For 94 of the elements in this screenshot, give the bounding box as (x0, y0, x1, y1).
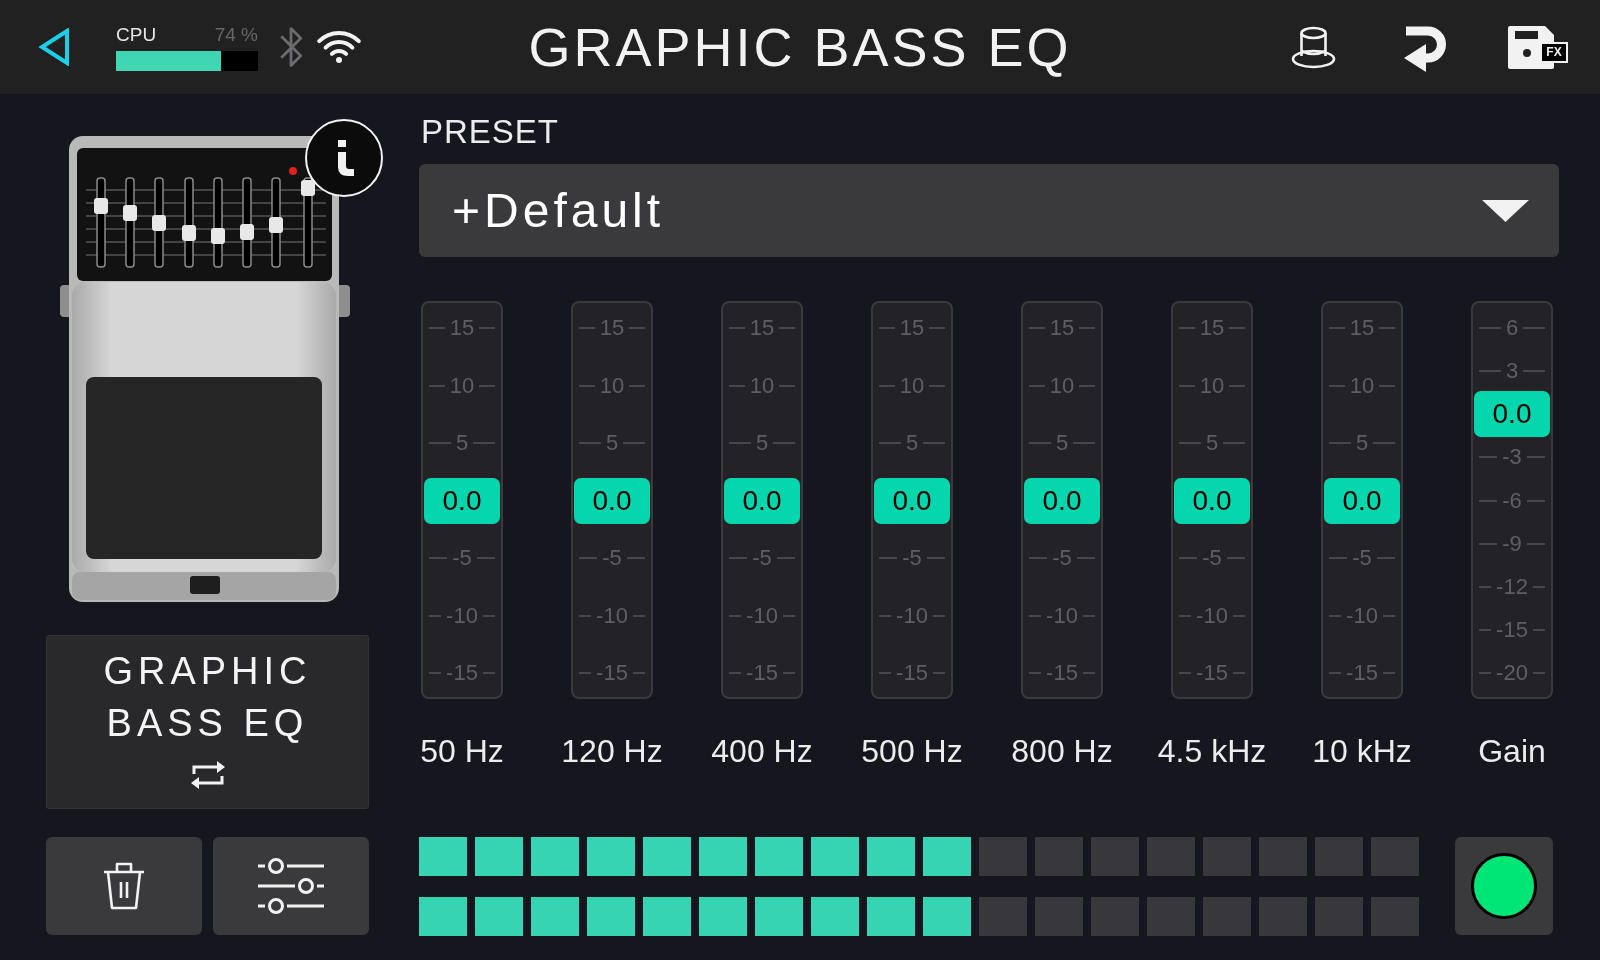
tick-label: 5 (1023, 429, 1101, 457)
tick-label: -5 (1173, 544, 1251, 572)
tick-label: -6 (1473, 486, 1551, 515)
tick-label: -10 (1173, 601, 1251, 630)
tick-label: -5 (1023, 544, 1101, 572)
tick-label: -5 (1323, 544, 1401, 572)
info-icon (338, 140, 354, 176)
tick-label: 5 (873, 429, 951, 457)
band-label: 400 Hz (711, 732, 813, 771)
settings-button[interactable] (213, 837, 369, 935)
eq-slider[interactable]: 15 10 5 -5 -10 -15 0.0 (421, 301, 503, 699)
tick-label: -5 (723, 544, 801, 572)
bluetooth-icon[interactable] (278, 25, 304, 69)
tick-label: -10 (573, 601, 651, 630)
tick-label: 3 (1473, 357, 1551, 386)
tick-label: 15 (873, 314, 951, 342)
tick-label: -15 (1173, 659, 1251, 687)
tick-label: 6 (1473, 314, 1551, 342)
tick-label: 5 (573, 429, 651, 457)
tick-label: 5 (1323, 429, 1401, 457)
cpu-label: CPU (116, 25, 157, 45)
band-label: 50 Hz (420, 732, 504, 771)
page-title: GRAPHIC BASS EQ (528, 17, 1072, 77)
preset-dropdown[interactable]: +Default (419, 164, 1559, 257)
swap-icon (189, 759, 226, 791)
tick-label: -15 (573, 659, 651, 687)
tick-label: -9 (1473, 529, 1551, 558)
tick-label: -5 (573, 544, 651, 572)
tick-label: 10 (1173, 371, 1251, 400)
cpu-reading: 74 % (214, 25, 258, 45)
slider-thumb[interactable]: 0.0 (724, 477, 800, 524)
band-label: 500 Hz (861, 732, 963, 771)
wifi-icon[interactable] (316, 29, 362, 65)
eq-slider[interactable]: 15 10 5 -5 -10 -15 0.0 (571, 301, 653, 699)
tick-label: 10 (1023, 371, 1101, 400)
tick-label: 10 (423, 371, 501, 400)
slider-thumb[interactable]: 0.0 (574, 477, 650, 524)
tick-label: -5 (873, 544, 951, 572)
band-label: 10 kHz (1312, 732, 1412, 771)
slider-thumb[interactable]: 0.0 (1324, 477, 1400, 524)
eq-slider[interactable]: 15 10 5 -5 -10 -15 0.0 (1321, 301, 1403, 699)
slider-thumb[interactable]: 0.0 (1474, 391, 1550, 438)
tick-label: 15 (1323, 314, 1401, 342)
info-button[interactable] (305, 119, 383, 197)
tick-label: -20 (1473, 659, 1551, 687)
tick-label: -15 (423, 659, 501, 687)
tick-label: 15 (723, 314, 801, 342)
band-label: 4.5 kHz (1157, 732, 1267, 771)
preset-label: PRESET (421, 112, 560, 152)
tick-label: -10 (1323, 601, 1401, 630)
save-fx-button[interactable]: FX (1508, 25, 1568, 69)
tick-label: 5 (1173, 429, 1251, 457)
tick-label: 15 (573, 314, 651, 342)
slider-thumb[interactable]: 0.0 (874, 477, 950, 524)
tick-label: 10 (873, 371, 951, 400)
tick-label: -10 (723, 601, 801, 630)
tick-label: -10 (873, 601, 951, 630)
tick-label: -3 (1473, 443, 1551, 472)
tick-label: -10 (1023, 601, 1101, 630)
tick-label: -12 (1473, 572, 1551, 601)
tick-label: 15 (1173, 314, 1251, 342)
back-icon[interactable] (38, 28, 70, 66)
band-label: Gain (1478, 732, 1546, 771)
tick-label: 10 (1323, 371, 1401, 400)
slider-thumb[interactable]: 0.0 (424, 477, 500, 524)
eq-slider[interactable]: 15 10 5 -5 -10 -15 0.0 (871, 301, 953, 699)
tick-label: -15 (1473, 615, 1551, 644)
tick-label: -15 (1023, 659, 1101, 687)
tick-label: 5 (423, 429, 501, 457)
footswitch-button[interactable] (1455, 837, 1553, 935)
delete-button[interactable] (46, 837, 202, 935)
tick-label: -15 (723, 659, 801, 687)
trash-icon (102, 861, 146, 911)
tick-label: -5 (423, 544, 501, 572)
tick-label: 10 (573, 371, 651, 400)
tick-label: 15 (423, 314, 501, 342)
band-label: 120 Hz (561, 732, 663, 771)
tick-label: -10 (423, 601, 501, 630)
eq-slider[interactable]: 15 10 5 -5 -10 -15 0.0 (721, 301, 803, 699)
tick-label: -15 (1323, 659, 1401, 687)
model-name-card[interactable]: GRAPHIC BASS EQ (46, 635, 369, 809)
eq-slider[interactable]: 6 3 -3 -6 -9 -12 -15 -20 0.0 (1471, 301, 1553, 699)
tick-label: 5 (723, 429, 801, 457)
caret-icon (1482, 199, 1529, 222)
tick-label: 15 (1023, 314, 1101, 342)
slider-thumb[interactable]: 0.0 (1024, 477, 1100, 524)
tick-label: 10 (723, 371, 801, 400)
slider-thumb[interactable]: 0.0 (1174, 477, 1250, 524)
eq-slider[interactable]: 15 10 5 -5 -10 -15 0.0 (1021, 301, 1103, 699)
top-hat-icon[interactable] (1291, 25, 1336, 69)
tick-label: -15 (873, 659, 951, 687)
band-label: 800 Hz (1011, 732, 1113, 771)
sliders-icon (258, 856, 324, 916)
eq-slider[interactable]: 15 10 5 -5 -10 -15 0.0 (1171, 301, 1253, 699)
